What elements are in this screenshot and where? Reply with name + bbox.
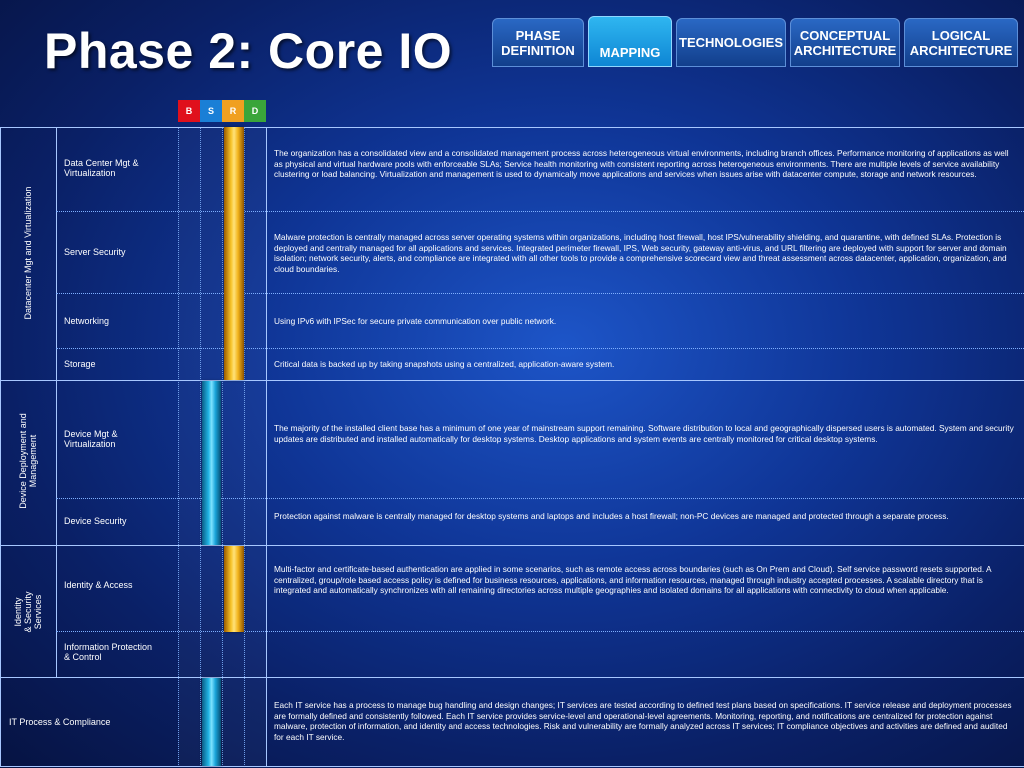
row-description-networking: Using IPv6 with IPSec for secure private… bbox=[274, 316, 557, 326]
grid-line bbox=[0, 127, 1, 767]
level-bar-standardized bbox=[202, 678, 221, 766]
tab-conceptual-architecture[interactable]: CONCEPTUAL ARCHITECTURE bbox=[790, 18, 900, 67]
grid-line bbox=[56, 293, 1024, 294]
grid-line bbox=[0, 380, 1024, 381]
row-description-storage: Critical data is backed up by taking sna… bbox=[274, 359, 615, 369]
grid-line bbox=[266, 127, 267, 767]
level-bar-rationalized bbox=[224, 127, 244, 380]
row-label-identity-access: Identity & Access bbox=[64, 580, 133, 590]
tab-technologies[interactable]: TECHNOLOGIES bbox=[676, 18, 786, 67]
row-description-device-mgt: The majority of the installed client bas… bbox=[274, 423, 1014, 444]
category-it-process: IT Process & Compliance bbox=[9, 717, 111, 727]
category-device-deployment: Device Deployment and Management bbox=[18, 413, 38, 509]
grid-line bbox=[0, 127, 1024, 128]
grid-line bbox=[200, 127, 201, 767]
level-standardized-badge: S bbox=[200, 100, 222, 122]
category-datacenter: Datacenter Mgt and Virtualization bbox=[23, 186, 33, 320]
row-label-server-security: Server Security bbox=[64, 247, 126, 257]
row-description-device-security: Protection against malware is centrally … bbox=[274, 511, 949, 521]
grid-line bbox=[0, 766, 1024, 767]
row-description-identity-access: Multi-factor and certificate-based authe… bbox=[274, 564, 992, 595]
grid-line bbox=[56, 127, 57, 677]
row-label-networking: Networking bbox=[64, 316, 110, 326]
level-dynamic-badge: D bbox=[244, 100, 266, 122]
tab-logical-architecture[interactable]: LOGICAL ARCHITECTURE bbox=[904, 18, 1018, 67]
grid-line bbox=[222, 127, 223, 767]
row-description-server-security: Malware protection is centrally managed … bbox=[274, 232, 1007, 274]
grid-line bbox=[56, 211, 1024, 212]
grid-line bbox=[0, 545, 1024, 546]
row-label-device-mgt: Device Mgt & Virtualization bbox=[64, 429, 118, 449]
row-description-it-process: Each IT service has a process to manage … bbox=[274, 700, 1012, 742]
level-rationalized-badge: R bbox=[222, 100, 244, 122]
category-identity-security: Identity & Security Services bbox=[13, 591, 43, 633]
tab-mapping[interactable]: MAPPING bbox=[588, 16, 672, 67]
grid-line bbox=[244, 127, 245, 767]
phase-tabs: PHASE DEFINITION MAPPING TECHNOLOGIES CO… bbox=[492, 16, 1018, 68]
grid-line bbox=[178, 127, 179, 767]
page-title: Phase 2: Core IO bbox=[44, 23, 453, 79]
level-basic-badge: B bbox=[178, 100, 200, 122]
row-label-device-security: Device Security bbox=[64, 516, 127, 526]
level-bar-standardized bbox=[202, 381, 221, 545]
grid-line bbox=[0, 677, 1024, 678]
tab-phase-definition[interactable]: PHASE DEFINITION bbox=[492, 18, 584, 67]
row-label-datacenter-mgt: Data Center Mgt & Virtualization bbox=[64, 158, 139, 178]
row-description-datacenter-mgt: The organization has a consolidated view… bbox=[274, 148, 1009, 179]
row-label-info-protection: Information Protection & Control bbox=[64, 642, 153, 662]
mapping-grid: Datacenter Mgt and Virtualization Device… bbox=[0, 127, 1024, 767]
grid-line bbox=[56, 348, 1024, 349]
row-label-storage: Storage bbox=[64, 359, 96, 369]
level-bar-rationalized bbox=[224, 546, 244, 632]
grid-line bbox=[56, 631, 1024, 632]
